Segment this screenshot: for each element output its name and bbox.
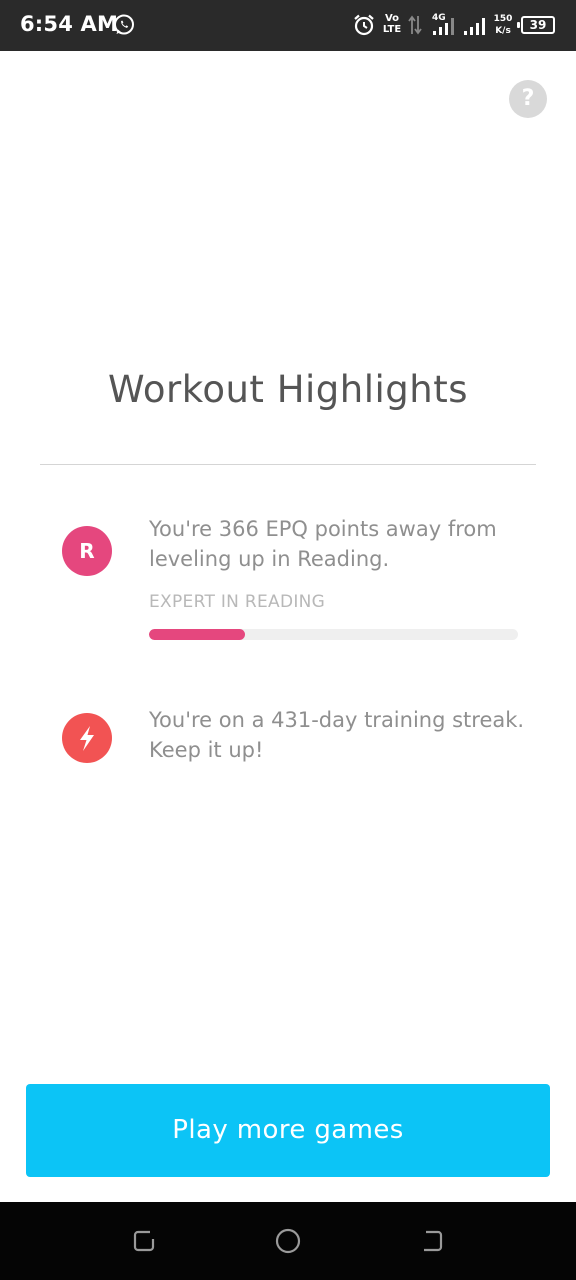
- level-progress-bar: [149, 629, 518, 640]
- level-progress-fill: [149, 629, 245, 640]
- battery-icon: 39: [517, 16, 555, 34]
- highlight-text: You're on a 431-day training streak. Kee…: [149, 708, 525, 762]
- navigation-bar: [0, 1202, 576, 1280]
- page-title: Workout Highlights: [107, 368, 469, 411]
- back-icon[interactable]: [418, 1227, 446, 1255]
- recent-apps-icon[interactable]: [130, 1227, 158, 1255]
- lightning-glyph: [80, 726, 94, 751]
- help-icon: ?: [521, 86, 535, 111]
- title-divider: [40, 464, 536, 465]
- data-arrows-icon: [408, 15, 422, 35]
- home-icon[interactable]: [274, 1227, 302, 1255]
- highlight-streak: You're on a 431-day training streak. Kee…: [0, 700, 576, 780]
- highlight-text: You're 366 EPQ points away from leveling…: [149, 517, 497, 571]
- reading-icon: R: [62, 526, 112, 576]
- whatsapp-icon: [114, 14, 134, 35]
- lightning-icon: [62, 713, 112, 763]
- battery-level: 39: [529, 18, 547, 32]
- highlight-reading: R You're 366 EPQ points away from leveli…: [0, 505, 576, 645]
- volte-icon: Vo LTE: [382, 13, 402, 35]
- signal-icon: [464, 18, 485, 35]
- status-bar: 6:54 AM Vo LTE 4G 150 K/s 39: [0, 0, 576, 51]
- signal-4g-icon: 4G: [432, 13, 454, 35]
- svg-text:4G: 4G: [432, 13, 446, 23]
- highlight-subtitle: EXPERT IN READING: [149, 592, 326, 612]
- help-button[interactable]: ?: [509, 80, 547, 118]
- status-time: 6:54 AM: [20, 12, 119, 36]
- play-more-games-button[interactable]: Play more games: [26, 1084, 550, 1177]
- network-speed: 150 K/s: [493, 14, 513, 36]
- alarm-icon: [354, 14, 374, 36]
